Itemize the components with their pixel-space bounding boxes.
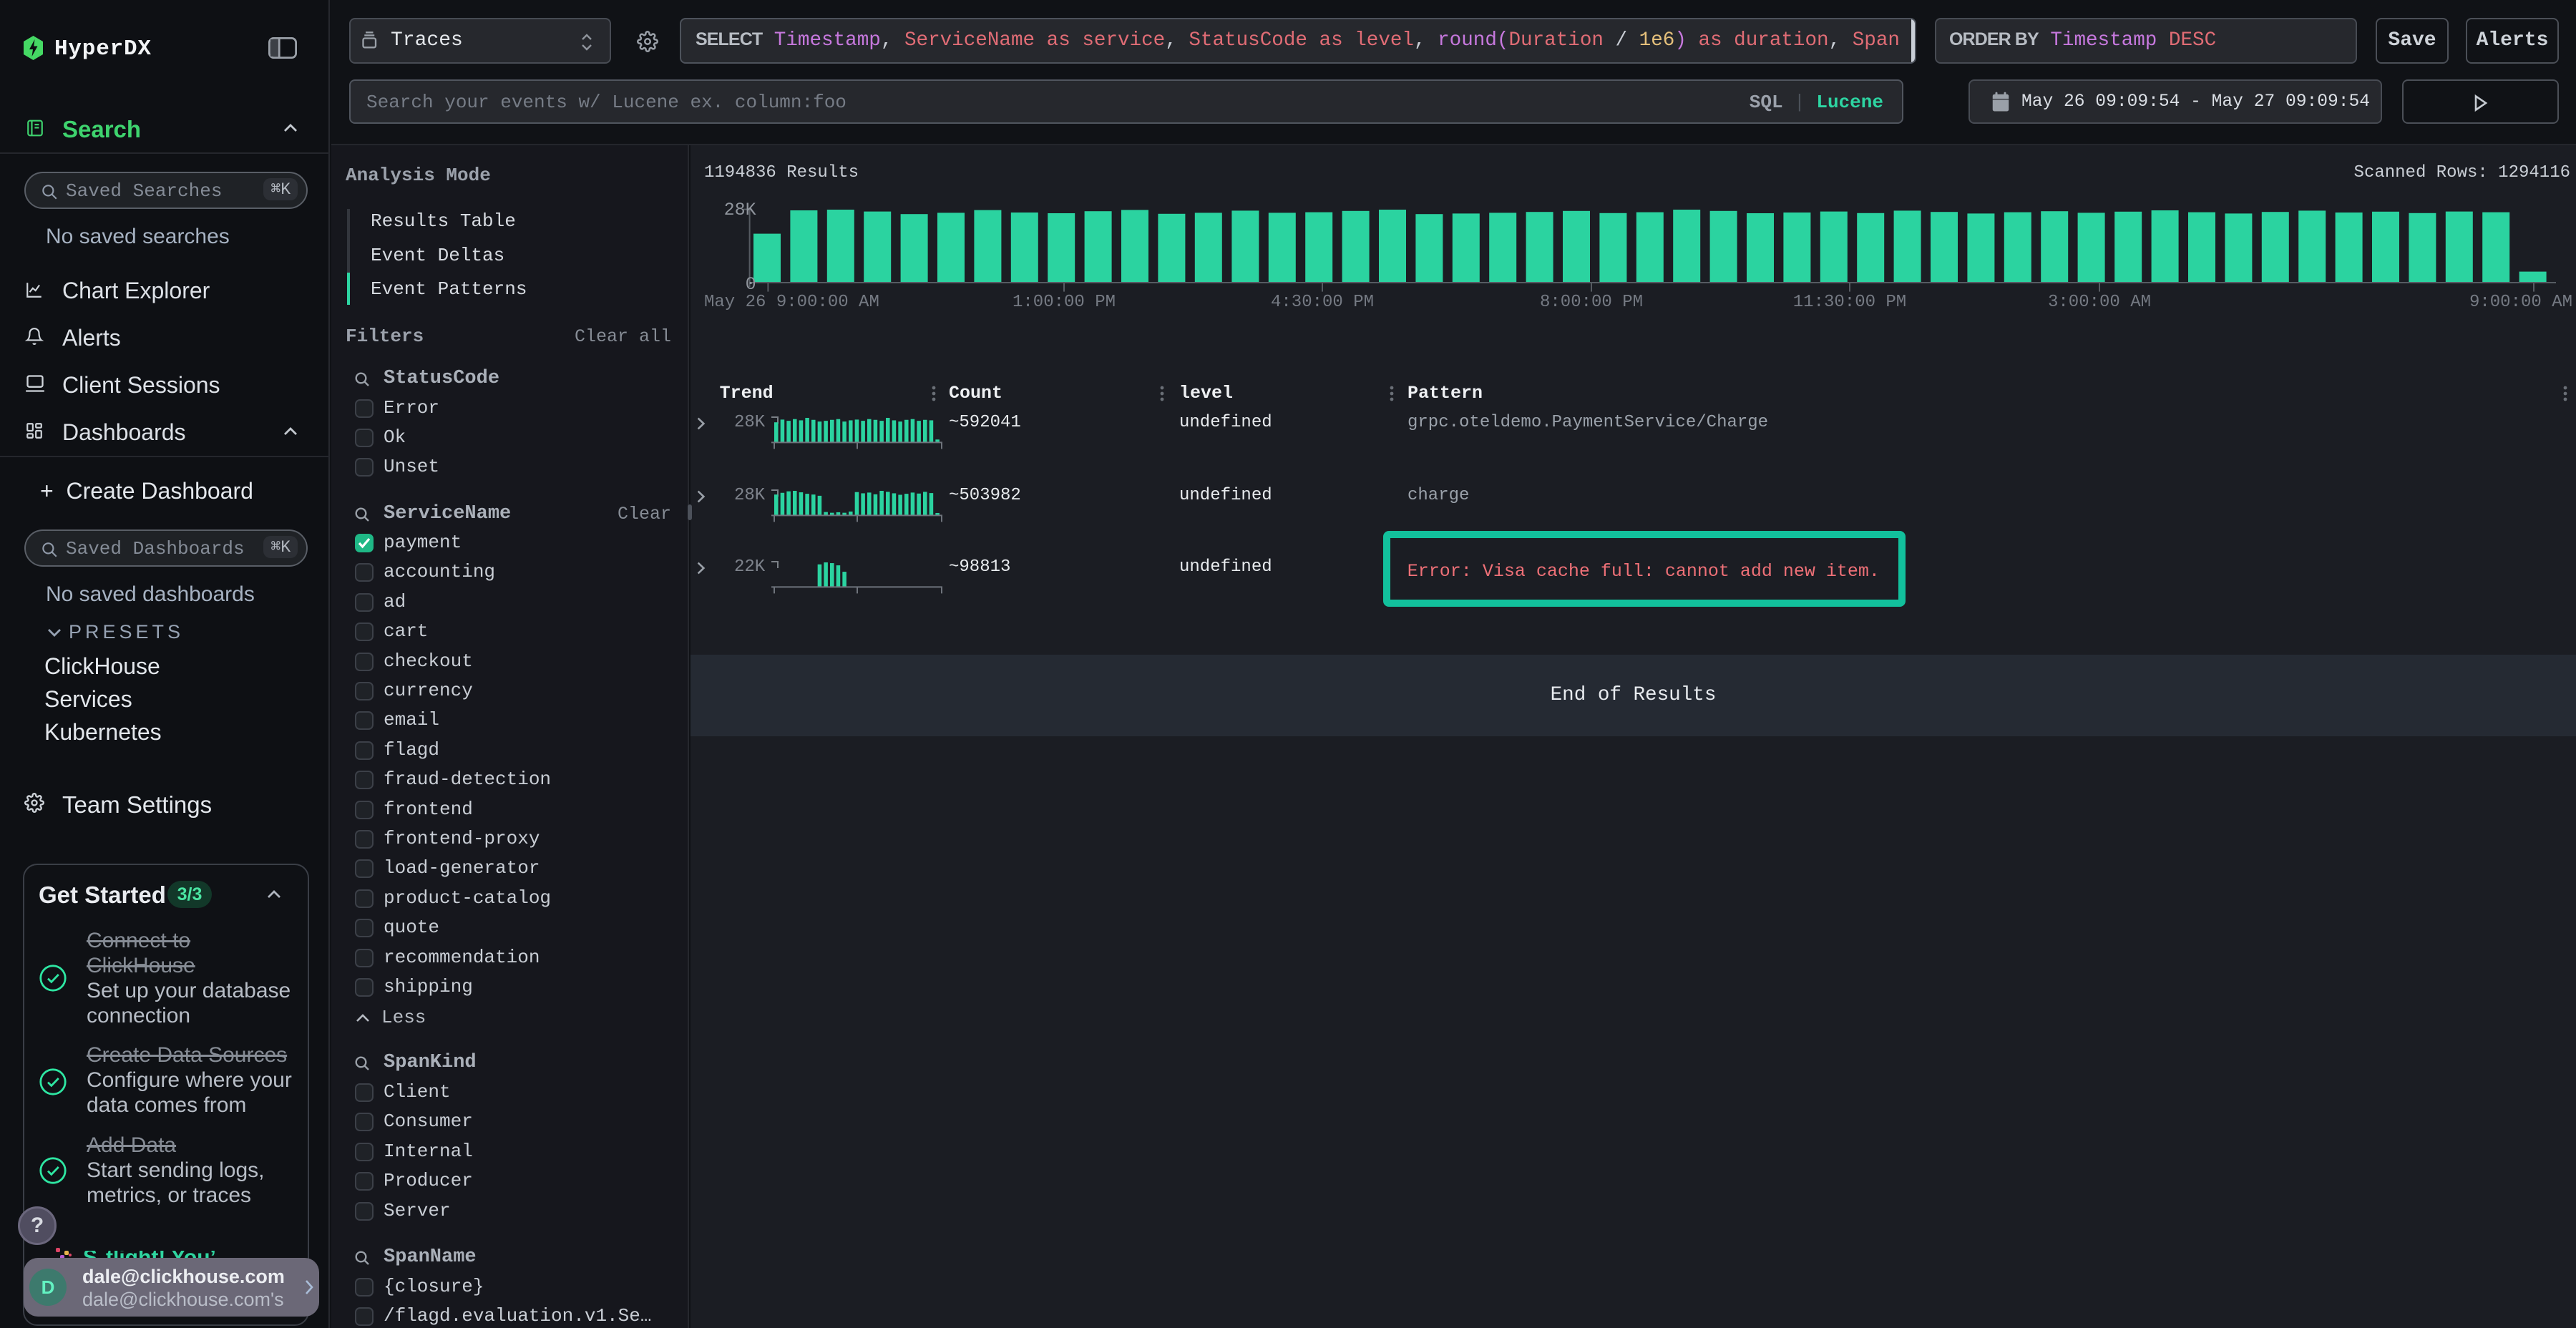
- svg-text:28K: 28K: [724, 200, 756, 220]
- svg-text:0: 0: [746, 274, 756, 295]
